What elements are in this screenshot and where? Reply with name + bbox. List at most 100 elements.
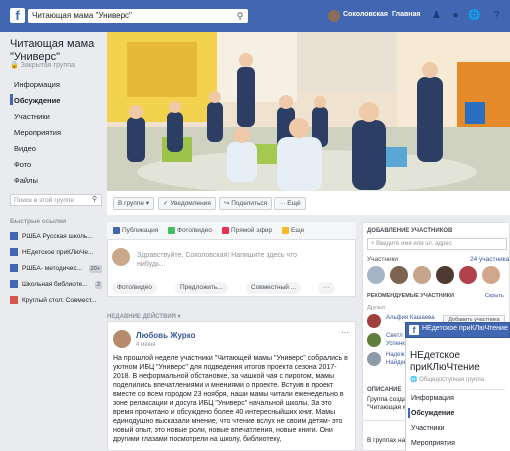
more-button[interactable]: ··· Ещё xyxy=(274,197,306,210)
post-date[interactable]: 4 июня xyxy=(136,342,155,348)
notifications-button[interactable]: ✓ Уведомления xyxy=(158,197,216,210)
tab-label: Фото/видео xyxy=(177,227,212,235)
nav-item-info[interactable]: Информация xyxy=(14,80,60,89)
tab-photo-video[interactable]: Фото/видео xyxy=(168,227,212,234)
avatar[interactable] xyxy=(436,266,454,284)
group-icon xyxy=(10,264,18,273)
share-button[interactable]: ↪ Поделиться xyxy=(219,197,273,210)
avatar[interactable] xyxy=(367,266,385,284)
composer-input[interactable]: Здравствуйте, Соколовская! Напишите здес… xyxy=(137,251,307,269)
avatar[interactable] xyxy=(328,10,340,22)
group-icon xyxy=(10,248,18,257)
tab-post[interactable]: Публикация xyxy=(113,227,158,234)
pencil-icon xyxy=(113,227,120,234)
search-input[interactable]: Читающая мама "Универс" xyxy=(28,9,248,23)
avatar[interactable] xyxy=(459,266,477,284)
preview-group-name[interactable]: НЕдетское приКЛюЧтение xyxy=(410,350,505,374)
notifications-icon[interactable]: 🌐 xyxy=(468,9,481,22)
members-count[interactable]: 24 участника xyxy=(470,256,509,263)
quick-link-label: РШБА- методичес... xyxy=(22,265,83,272)
group-search-input[interactable]: Поиск в этой группе xyxy=(10,194,102,206)
quick-link-label: РШБА Русская школь... xyxy=(22,233,93,240)
quick-links-title: Быстрые ссылки xyxy=(10,218,67,225)
add-member-input[interactable]: + Введите имя или эл. адрес xyxy=(367,238,507,250)
avatar[interactable] xyxy=(113,330,131,348)
preview-group-privacy: 🌐 Общедоступная группа xyxy=(410,377,485,383)
recommended-title: РЕКОМЕНДУЕМЫЕ УЧАСТНИКИ xyxy=(367,293,454,299)
facebook-logo[interactable]: f xyxy=(10,8,25,23)
live-icon xyxy=(222,227,229,234)
quick-link-label: Круглый стол: Совмест... xyxy=(22,297,97,304)
avatar[interactable] xyxy=(482,266,500,284)
nav-item-files[interactable]: Файлы xyxy=(14,176,38,185)
composer-more-button[interactable]: ··· xyxy=(318,282,335,294)
more-icon xyxy=(282,227,289,234)
profile-link[interactable]: Соколовская xyxy=(343,11,388,18)
quick-link[interactable]: РШБА Русская школь... xyxy=(10,231,104,243)
preview-nav-events[interactable]: Мероприятия xyxy=(411,440,455,447)
tab-live[interactable]: Прямой эфир xyxy=(222,227,272,234)
nav-item-photos[interactable]: Фото xyxy=(14,160,31,169)
count-badge: 2 xyxy=(94,281,102,289)
active-nav-indicator xyxy=(10,94,13,105)
search-icon[interactable]: ⚲ xyxy=(232,9,248,23)
preview-nav-members[interactable]: Участники xyxy=(411,425,444,432)
tab-label: Прямой эфир xyxy=(231,227,273,235)
quick-link[interactable]: НЕдетское приКЛюЧе... xyxy=(10,247,104,259)
joined-button[interactable]: В группе ▾ xyxy=(113,197,155,210)
post-options-icon[interactable]: ··· xyxy=(341,328,349,337)
nav-item-events[interactable]: Мероприятия xyxy=(14,128,61,137)
nav-item-video[interactable]: Видео xyxy=(14,144,36,153)
photo-icon xyxy=(168,227,175,234)
group-icon xyxy=(10,232,18,241)
recommended-member[interactable]: Надеж Найден xyxy=(386,351,407,367)
privacy-label: Общедоступная группа xyxy=(419,377,485,383)
hide-link[interactable]: Скрыть xyxy=(485,293,504,299)
preview-nav-discussion[interactable]: Обсуждение xyxy=(411,410,454,417)
nav-item-discussion[interactable]: Обсуждение xyxy=(14,96,60,105)
quick-link-label: Школьная библиоте... xyxy=(22,281,88,288)
search-icon[interactable]: ⚲ xyxy=(92,195,97,203)
recommended-member[interactable]: Светл Успенк xyxy=(386,332,405,348)
feed-sort-label[interactable]: НЕДАВНИЕ ДЕЙСТВИЯ ▾ xyxy=(107,313,181,320)
friends-label: Друзья xyxy=(367,305,385,311)
post-author[interactable]: Любовь Журко xyxy=(136,331,195,340)
count-badge: 20+ xyxy=(88,265,102,273)
group-privacy-label: Закрытая группа xyxy=(20,62,75,69)
classroom-photo xyxy=(107,32,510,191)
avatar[interactable] xyxy=(390,266,408,284)
group-icon xyxy=(10,280,18,289)
quick-link-label: НЕдетское приКЛюЧе... xyxy=(22,249,94,256)
home-link[interactable]: Главная xyxy=(392,11,420,18)
tab-label: Еще xyxy=(291,227,305,235)
nav-item-members[interactable]: Участники xyxy=(14,112,50,121)
help-icon[interactable]: ? xyxy=(490,9,503,22)
add-members-title: ДОБАВЛЕНИЕ УЧАСТНИКОВ xyxy=(367,228,453,234)
avatar[interactable] xyxy=(367,314,381,328)
cover-photo[interactable] xyxy=(107,32,510,191)
quick-link[interactable]: Круглый стол: Совмест... xyxy=(10,295,104,307)
recommended-member[interactable]: Альфия Кашаева xyxy=(386,315,435,321)
photo-video-button[interactable]: Фото/видео xyxy=(112,282,157,294)
tab-label: Публикация xyxy=(122,227,159,235)
quick-link[interactable]: Школьная библиоте... 2 xyxy=(10,279,104,291)
messenger-icon[interactable]: ● xyxy=(449,9,462,22)
avatar[interactable] xyxy=(367,352,381,366)
group-chat-title[interactable]: НЕдетское приКЛюЧтение xyxy=(422,325,508,332)
quick-link[interactable]: РШБА- методичес... 20+ xyxy=(10,263,104,275)
friends-icon[interactable]: ♟ xyxy=(430,9,443,22)
suggest-button[interactable]: Предложить... xyxy=(175,282,228,294)
post-text: На прошлой неделе участники "Читающей ма… xyxy=(113,355,348,443)
facebook-icon: f xyxy=(409,325,419,335)
preview-nav-info[interactable]: Информация xyxy=(411,395,454,402)
avatar[interactable] xyxy=(367,333,381,347)
members-link[interactable]: Участники xyxy=(367,256,398,263)
avatar[interactable] xyxy=(413,266,431,284)
collaborate-button[interactable]: Совместный ... xyxy=(246,282,302,294)
avatar xyxy=(112,248,130,266)
tab-more[interactable]: Еще xyxy=(282,227,304,234)
group-privacy: 🔒 Закрытая группа xyxy=(10,62,75,69)
active-nav-indicator xyxy=(408,408,410,418)
about-title: ОПИСАНИЕ xyxy=(367,387,402,393)
divider xyxy=(410,389,505,390)
